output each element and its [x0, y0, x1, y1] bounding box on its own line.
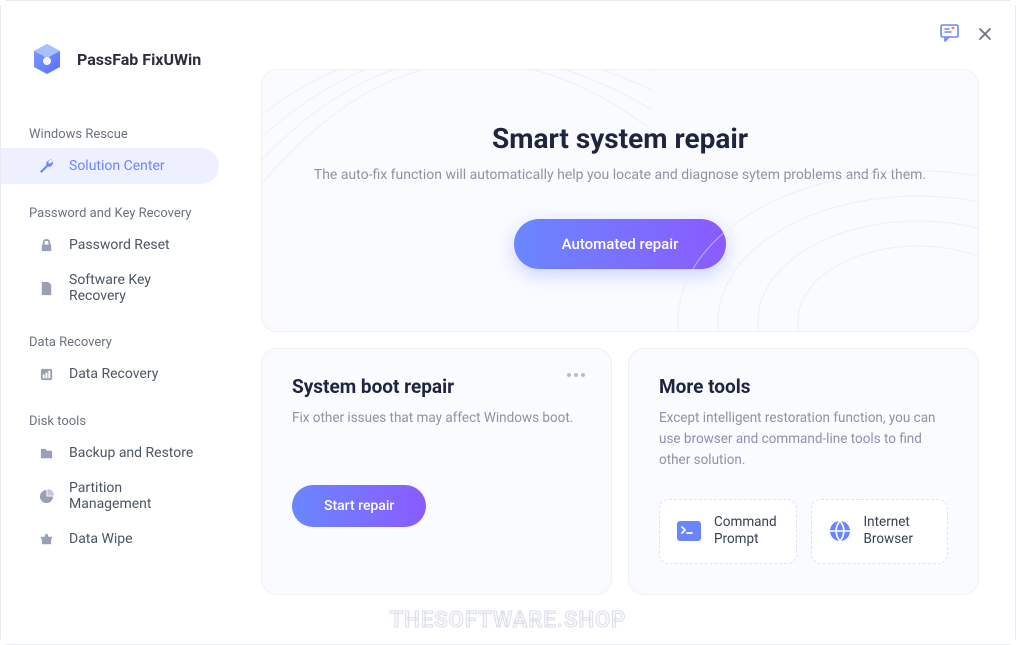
- boot-desc: Fix other issues that may affect Windows…: [292, 408, 581, 429]
- hero-card: Smart system repair The auto-fix functio…: [261, 69, 979, 332]
- start-repair-button[interactable]: Start repair: [292, 485, 426, 527]
- sidebar-section-label: Windows Rescue: [1, 117, 233, 148]
- brand-logo-icon: [29, 41, 65, 77]
- more-icon[interactable]: [567, 373, 585, 377]
- main-content: Smart system repair The auto-fix functio…: [233, 1, 1015, 644]
- hero-title: Smart system repair: [302, 122, 938, 155]
- tool-command-prompt[interactable]: Command Prompt: [659, 499, 797, 564]
- sidebar-section-disk-tools: Disk tools Backup and Restore Partition …: [1, 404, 233, 557]
- sidebar-item-label: Data Wipe: [69, 531, 133, 547]
- sidebar-section-label: Data Recovery: [1, 325, 233, 356]
- feedback-icon[interactable]: [940, 24, 960, 46]
- tool-internet-browser[interactable]: Internet Browser: [811, 499, 949, 564]
- sidebar-section-password-key: Password and Key Recovery Password Reset…: [1, 196, 233, 313]
- sidebar-item-label: Partition Management: [69, 480, 205, 512]
- tools-title: More tools: [659, 375, 948, 398]
- boot-title: System boot repair: [292, 375, 581, 398]
- sidebar-item-solution-center[interactable]: Solution Center: [1, 148, 219, 184]
- tool-label: Command Prompt: [714, 514, 780, 549]
- sidebar-item-label: Backup and Restore: [69, 445, 193, 461]
- bottom-row: System boot repair Fix other issues that…: [261, 348, 979, 595]
- folder-icon: [37, 444, 55, 462]
- boot-repair-card: System boot repair Fix other issues that…: [261, 348, 612, 595]
- automated-repair-button[interactable]: Automated repair: [514, 219, 727, 269]
- sidebar-item-label: Data Recovery: [69, 366, 158, 382]
- globe-icon: [828, 517, 852, 545]
- sidebar-item-password-reset[interactable]: Password Reset: [1, 227, 233, 263]
- pie-icon: [37, 487, 55, 505]
- tool-label: Internet Browser: [864, 514, 932, 549]
- key-doc-icon: [37, 279, 55, 297]
- hero-decoration: [262, 70, 978, 331]
- sidebar-item-backup-restore[interactable]: Backup and Restore: [1, 435, 233, 471]
- tools-desc: Except intelligent restoration function,…: [659, 408, 948, 471]
- sidebar-item-software-key-recovery[interactable]: Software Key Recovery: [1, 263, 233, 313]
- sidebar-item-data-recovery[interactable]: Data Recovery: [1, 356, 233, 392]
- bars-icon: [37, 365, 55, 383]
- lock-icon: [37, 236, 55, 254]
- sidebar-section-label: Password and Key Recovery: [1, 196, 233, 227]
- sidebar-item-label: Software Key Recovery: [69, 272, 205, 304]
- hero-subtitle: The auto-fix function will automatically…: [302, 167, 938, 183]
- wipe-icon: [37, 530, 55, 548]
- brand: PassFab FixUWin: [1, 41, 233, 105]
- titlebar-controls: [940, 24, 992, 46]
- close-icon[interactable]: [978, 26, 992, 45]
- sidebar-item-data-wipe[interactable]: Data Wipe: [1, 521, 233, 557]
- terminal-icon: [676, 517, 702, 545]
- brand-name: PassFab FixUWin: [77, 50, 201, 69]
- sidebar-item-partition-management[interactable]: Partition Management: [1, 471, 233, 521]
- sidebar-section-data-recovery: Data Recovery Data Recovery: [1, 325, 233, 392]
- sidebar-item-label: Password Reset: [69, 237, 170, 253]
- more-tools-card: More tools Except intelligent restoratio…: [628, 348, 979, 595]
- sidebar-item-label: Solution Center: [69, 158, 165, 174]
- sidebar-section-label: Disk tools: [1, 404, 233, 435]
- app-window: PassFab FixUWin Windows Rescue Solution …: [0, 0, 1016, 645]
- sidebar-section-windows-rescue: Windows Rescue Solution Center: [1, 117, 233, 184]
- tool-grid: Command Prompt Internet Browser: [659, 499, 948, 564]
- wrench-icon: [37, 157, 55, 175]
- sidebar: PassFab FixUWin Windows Rescue Solution …: [1, 1, 233, 644]
